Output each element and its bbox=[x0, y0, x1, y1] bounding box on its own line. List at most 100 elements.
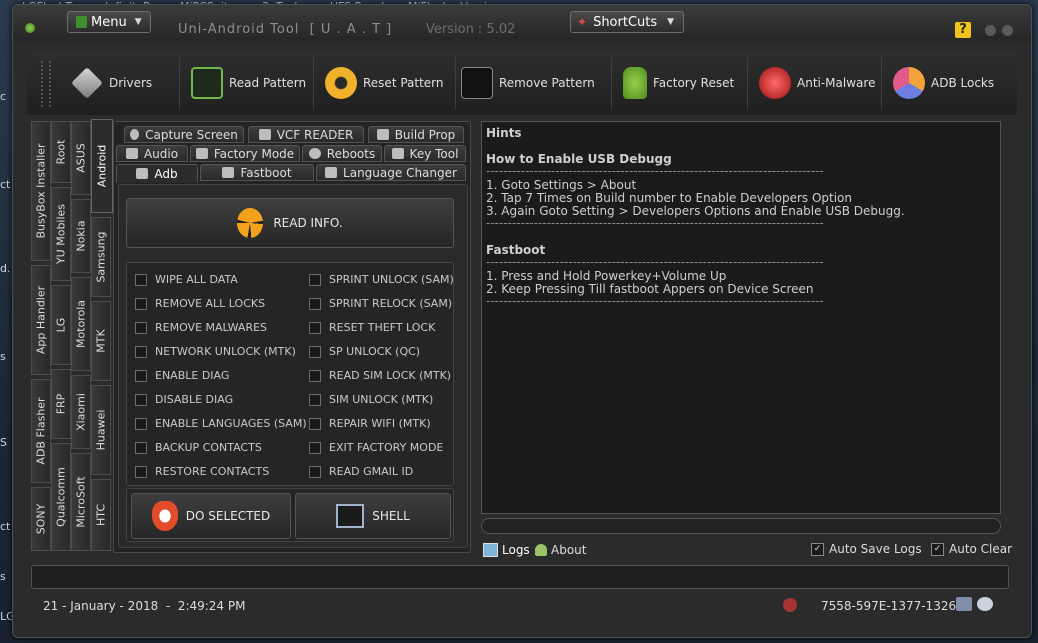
option-reset-theft-lock[interactable]: RESET THEFT LOCK bbox=[309, 321, 435, 334]
checkbox[interactable] bbox=[309, 441, 321, 454]
option-read-sim-lock[interactable]: READ SIM LOCK (MTK) bbox=[309, 369, 451, 382]
read-pattern-button[interactable]: Read Pattern bbox=[191, 55, 306, 111]
option-restore-contacts[interactable]: RESTORE CONTACTS bbox=[135, 465, 269, 478]
tab-asus[interactable]: ASUS bbox=[71, 121, 91, 195]
auto-clear-checkbox[interactable]: ✓ Auto Clear bbox=[931, 542, 1012, 556]
tab-huawei[interactable]: Huawei bbox=[91, 385, 111, 475]
reset-pattern-button[interactable]: Reset Pattern bbox=[325, 55, 444, 111]
monitor-icon[interactable] bbox=[956, 597, 972, 611]
title-bar[interactable] bbox=[13, 5, 1031, 41]
do-selected-button[interactable]: DO SELECTED bbox=[131, 493, 291, 539]
checkbox[interactable] bbox=[309, 345, 321, 358]
settings-icon[interactable] bbox=[977, 597, 993, 611]
toolbar-grip[interactable] bbox=[41, 61, 51, 107]
tab-adb-flasher[interactable]: ADB Flasher bbox=[31, 379, 51, 483]
auto-save-logs-checkbox[interactable]: ✓ Auto Save Logs bbox=[811, 542, 922, 556]
checkbox[interactable] bbox=[135, 321, 147, 334]
checkbox[interactable] bbox=[309, 417, 321, 430]
read-info-button[interactable]: READ INFO. bbox=[126, 198, 454, 248]
tab-yu-mobiles[interactable]: YU Mobiles bbox=[51, 187, 71, 281]
checkbox[interactable] bbox=[135, 345, 147, 358]
checkbox[interactable] bbox=[135, 297, 147, 310]
option-remove-all-locks[interactable]: REMOVE ALL LOCKS bbox=[135, 297, 265, 310]
drivers-button[interactable]: Drivers bbox=[71, 55, 152, 111]
tab-capture-screen[interactable]: Capture Screen bbox=[124, 126, 244, 143]
checkbox[interactable] bbox=[135, 273, 147, 286]
option-backup-contacts[interactable]: BACKUP CONTACTS bbox=[135, 441, 262, 454]
tab-mtk[interactable]: MTK bbox=[91, 301, 111, 381]
tab-logs[interactable]: Logs bbox=[483, 540, 530, 560]
tab-samsung[interactable]: Samsung bbox=[91, 217, 111, 297]
factory-reset-button[interactable]: Factory Reset bbox=[623, 55, 734, 111]
minimize-button[interactable] bbox=[985, 25, 996, 36]
checkbox[interactable] bbox=[309, 369, 321, 382]
gears-icon bbox=[325, 67, 357, 99]
checkbox[interactable] bbox=[135, 417, 147, 430]
drivers-label: Drivers bbox=[109, 76, 153, 90]
horizontal-scrollbar[interactable] bbox=[481, 518, 1001, 534]
tab-frp[interactable]: FRP bbox=[51, 369, 71, 439]
tab-xiaomi[interactable]: Xiaomi bbox=[71, 375, 91, 449]
tab-android[interactable]: Android bbox=[91, 119, 113, 213]
tab-adb[interactable]: Adb bbox=[116, 164, 198, 183]
tab-reboots[interactable]: Reboots bbox=[302, 145, 382, 162]
shell-button[interactable]: SHELL bbox=[295, 493, 451, 539]
tab-root[interactable]: Root bbox=[51, 121, 71, 183]
option-enable-languages[interactable]: ENABLE LANGUAGES (SAM) bbox=[135, 417, 307, 430]
hints-log-panel[interactable]: Hints How to Enable USB Debugg ---------… bbox=[481, 121, 1001, 514]
checkbox[interactable] bbox=[309, 465, 321, 478]
tab-app-handler[interactable]: App Handler bbox=[31, 265, 51, 375]
tab-htc[interactable]: HTC bbox=[91, 479, 111, 551]
option-exit-factory-mode[interactable]: EXIT FACTORY MODE bbox=[309, 441, 443, 454]
desktop-item: s bbox=[0, 570, 6, 583]
checkbox[interactable] bbox=[135, 441, 147, 454]
checkbox[interactable] bbox=[309, 393, 321, 406]
adb-locks-button[interactable]: ADB Locks bbox=[893, 55, 994, 111]
tab-language-changer[interactable]: Language Changer bbox=[316, 164, 466, 181]
tab-audio[interactable]: Audio bbox=[116, 145, 188, 162]
help-icon[interactable]: ? bbox=[955, 22, 971, 38]
tab-about[interactable]: About bbox=[535, 540, 586, 560]
tab-vcf-reader[interactable]: VCF READER bbox=[248, 126, 364, 143]
option-wipe-all-data[interactable]: WIPE ALL DATA bbox=[135, 273, 238, 286]
shortcuts-button[interactable]: ✦ ShortCuts ▼ bbox=[570, 11, 684, 33]
hints-heading: Hints bbox=[486, 126, 522, 140]
tab-label: Fastboot bbox=[240, 165, 292, 180]
remove-pattern-button[interactable]: Remove Pattern bbox=[461, 55, 595, 111]
tab-factory-mode[interactable]: Factory Mode bbox=[190, 145, 300, 162]
option-network-unlock[interactable]: NETWORK UNLOCK (MTK) bbox=[135, 345, 296, 358]
tab-key-tool[interactable]: Key Tool bbox=[384, 145, 466, 162]
close-button[interactable] bbox=[1002, 25, 1013, 36]
checkbox[interactable] bbox=[135, 465, 147, 478]
tab-qualcomm[interactable]: Qualcomm bbox=[51, 443, 71, 551]
anti-malware-button[interactable]: Anti-Malware bbox=[759, 55, 875, 111]
menu-button[interactable]: Menu ▼ bbox=[67, 11, 151, 33]
tab-sony[interactable]: SONY bbox=[31, 487, 51, 551]
option-sprint-relock[interactable]: SPRINT RELOCK (SAM) bbox=[309, 297, 452, 310]
option-label: BACKUP CONTACTS bbox=[155, 441, 262, 454]
tab-nokia[interactable]: Nokia bbox=[71, 199, 91, 273]
tab-motorola[interactable]: Motorola bbox=[71, 277, 91, 371]
option-repair-wifi[interactable]: REPAIR WIFI (MTK) bbox=[309, 417, 431, 430]
tab-busybox-installer[interactable]: BusyBox Installer bbox=[31, 121, 51, 261]
tab-build-prop[interactable]: Build Prop bbox=[368, 126, 464, 143]
tab-label: ASUS bbox=[74, 143, 88, 173]
option-sprint-unlock[interactable]: SPRINT UNLOCK (SAM) bbox=[309, 273, 454, 286]
checkbox[interactable] bbox=[135, 369, 147, 382]
checkbox[interactable] bbox=[309, 273, 321, 286]
tab-fastboot[interactable]: Fastboot bbox=[200, 164, 314, 181]
checkbox[interactable] bbox=[135, 393, 147, 406]
checkbox[interactable] bbox=[309, 321, 321, 334]
checkbox[interactable] bbox=[309, 297, 321, 310]
grid-icon bbox=[483, 543, 498, 557]
option-disable-diag[interactable]: DISABLE DIAG bbox=[135, 393, 233, 406]
option-remove-malwares[interactable]: REMOVE MALWARES bbox=[135, 321, 267, 334]
option-label: SP UNLOCK (QC) bbox=[329, 345, 421, 358]
option-sim-unlock[interactable]: SIM UNLOCK (MTK) bbox=[309, 393, 433, 406]
tab-lg[interactable]: LG bbox=[51, 285, 71, 365]
app-window: Menu ▼ Uni-Android Tool [ U . A . T ] Ve… bbox=[12, 4, 1032, 638]
option-enable-diag[interactable]: ENABLE DIAG bbox=[135, 369, 229, 382]
option-read-gmail-id[interactable]: READ GMAIL ID bbox=[309, 465, 413, 478]
option-sp-unlock[interactable]: SP UNLOCK (QC) bbox=[309, 345, 420, 358]
tab-microsoft[interactable]: MicroSoft bbox=[71, 453, 91, 551]
